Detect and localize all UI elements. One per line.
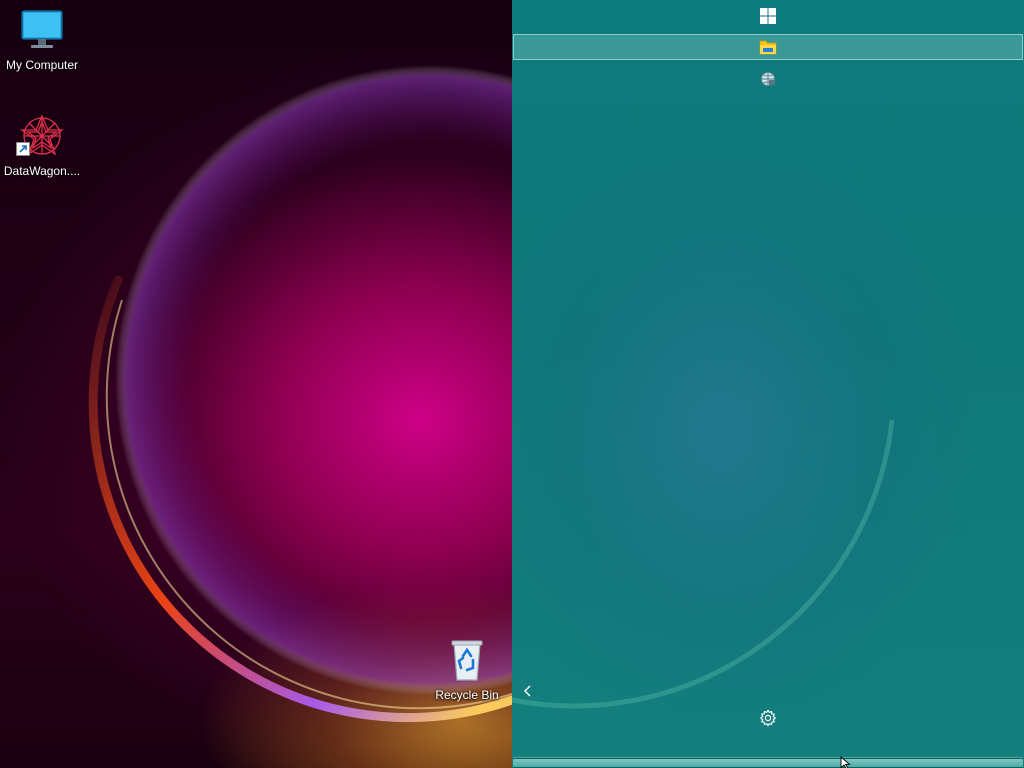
start-side-panel [512,0,1024,768]
chevron-left-icon [524,685,531,697]
windows-logo-icon [760,8,776,24]
screen: My Computer DataWagon.... Recycle Bin [0,0,1024,768]
panel-item-windows[interactable] [513,2,1023,30]
panel-item-file-explorer[interactable] [513,34,1023,60]
computer-monitor-icon [18,6,66,54]
datawagon-app-icon [16,112,66,160]
desktop-icon-recycle-bin[interactable]: Recycle Bin [425,636,509,702]
panel-item-settings[interactable] [513,704,1023,732]
shortcut-arrow-icon [16,142,30,156]
panel-wallpaper-arc [512,419,895,709]
desktop-icon-my-computer[interactable]: My Computer [0,6,84,72]
network-globe-icon [761,72,775,86]
desktop-wallpaper: My Computer DataWagon.... Recycle Bin [0,0,512,768]
panel-item-network[interactable] [513,66,1023,92]
gear-icon [759,709,777,727]
mouse-cursor-icon [840,756,851,768]
scrollbar-thumb[interactable] [513,759,1023,767]
desktop-icon-label: My Computer [5,58,79,72]
desktop-icon-datawagon[interactable]: DataWagon.... [0,112,84,178]
desktop-icon-label: Recycle Bin [435,688,499,702]
recycle-bin-icon [443,636,491,684]
horizontal-scrollbar[interactable] [513,757,1023,768]
collapse-panel-button[interactable] [518,680,538,702]
folder-icon [759,40,777,55]
desktop-icon-label: DataWagon.... [3,164,81,178]
